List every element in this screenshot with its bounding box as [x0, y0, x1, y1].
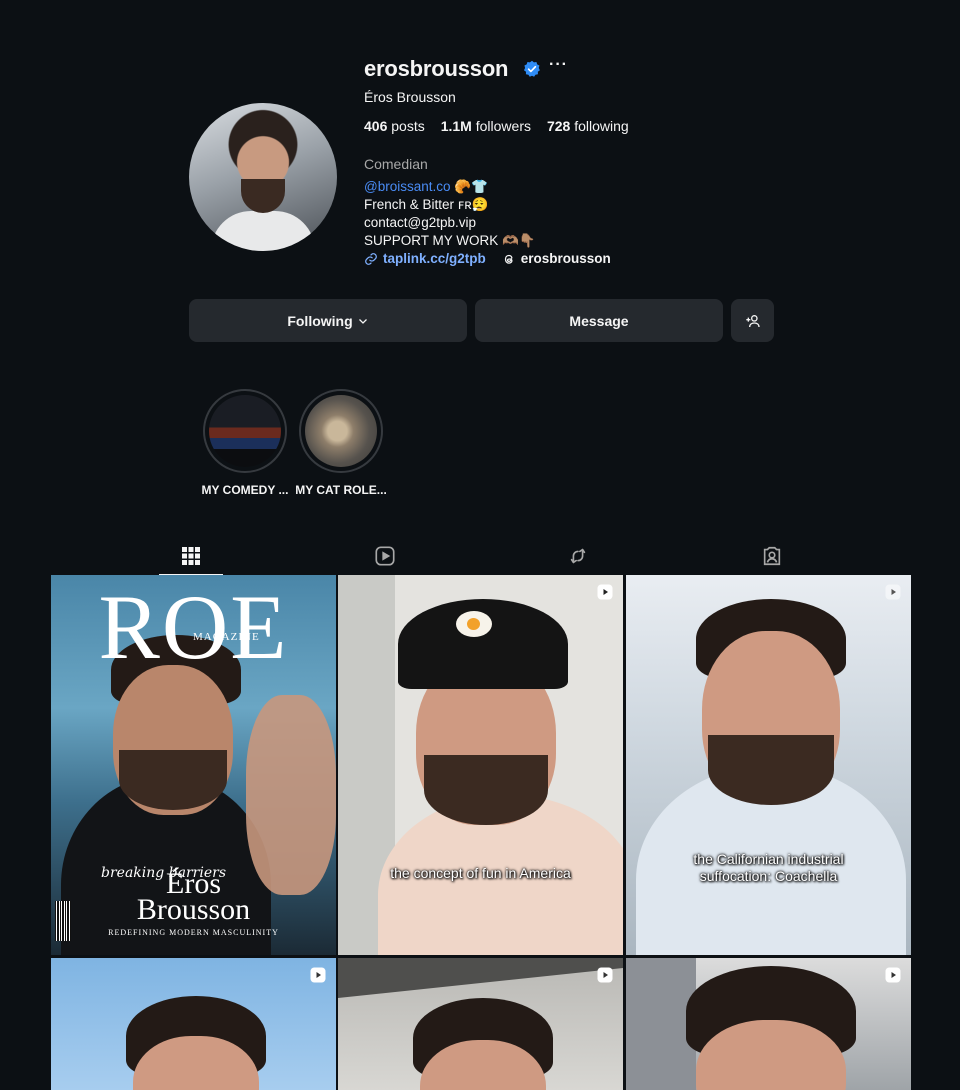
bio-line-2: French & Bitter ꜰʀ😮‍💨: [364, 197, 489, 212]
suggested-accounts-button[interactable]: [731, 299, 774, 342]
tab-reposts[interactable]: [546, 538, 610, 574]
more-options-icon[interactable]: ···: [549, 56, 568, 74]
reel-icon: [597, 584, 613, 600]
following-count: 728: [546, 118, 571, 134]
followers-label: followers: [475, 118, 531, 134]
threads-icon: [504, 254, 513, 264]
magazine-name-line-2: Brousson: [136, 893, 251, 926]
post-background-ceiling: [338, 958, 623, 998]
highlight-cover: [305, 395, 377, 467]
verified-badge-icon: [523, 60, 540, 77]
external-link[interactable]: taplink.cc/g2tpb: [364, 251, 486, 266]
post-tile[interactable]: the Californian industrial suffocation: …: [626, 575, 911, 955]
bio-mention-emoji: 🥐👕: [454, 179, 488, 194]
reel-icon: [885, 584, 901, 600]
post-tile[interactable]: [51, 958, 336, 1090]
posts-count: 406: [364, 118, 388, 134]
magazine-cover-name: Éros Brousson: [51, 869, 336, 926]
following-button-label: Following: [287, 312, 353, 329]
posts-stat: 406 posts: [364, 118, 425, 134]
post-figure-beard: [119, 750, 227, 810]
tab-posts[interactable]: [159, 538, 223, 575]
link-icon: [365, 252, 377, 265]
bio-line-3: contact@g2tpb.vip: [364, 215, 477, 230]
barcode-icon: [55, 901, 71, 941]
reels-icon: [375, 546, 395, 566]
message-button-label: Message: [569, 312, 629, 329]
magazine-tagline: REDEFINING MODERN MASCULINITY: [108, 928, 279, 937]
egg-patch-icon: [456, 611, 492, 637]
post-figure-hand: [246, 695, 336, 895]
highlight-comedy[interactable]: [203, 389, 287, 473]
post-figure-beard: [424, 755, 548, 825]
post-caption-line-2: suffocation: Coachella: [699, 868, 838, 884]
post-tile[interactable]: the concept of fun in America: [338, 575, 623, 955]
following-stat[interactable]: 728 following: [547, 118, 629, 134]
profile-stats: 406 posts 1.1M followers 728 following: [364, 118, 629, 134]
grid-icon: [182, 547, 200, 565]
post-tile[interactable]: [626, 958, 911, 1090]
post-tile[interactable]: ROE MAGAZINE breaking barriers Éros Brou…: [51, 575, 336, 955]
profile-links: taplink.cc/g2tpb erosbrousson: [364, 251, 611, 266]
post-figure-beard: [708, 735, 834, 805]
bio-line-4: SUPPORT MY WORK 🫶🏽👇🏽: [364, 233, 536, 248]
following-button[interactable]: Following: [189, 299, 467, 342]
reel-icon: [885, 967, 901, 983]
reel-icon: [310, 967, 326, 983]
bio-line-1: @broissant.co 🥐👕: [364, 178, 536, 196]
profile-bio: @broissant.co 🥐👕 French & Bitter ꜰʀ😮‍💨 c…: [364, 178, 536, 250]
post-caption: the Californian industrial suffocation: …: [626, 851, 911, 885]
highlight-cat[interactable]: [299, 389, 383, 473]
avatar-beard: [241, 179, 285, 213]
threads-handle: erosbrousson: [520, 251, 611, 266]
chevron-down-icon: [358, 318, 367, 324]
magazine-subtitle: MAGAZINE: [193, 631, 260, 643]
highlight-label: MY CAT ROLE...: [295, 483, 387, 497]
reposts-icon: [570, 548, 586, 564]
highlight-label: MY COMEDY ...: [201, 483, 289, 497]
profile-avatar[interactable]: [189, 103, 337, 251]
external-link-text: taplink.cc/g2tpb: [383, 251, 486, 266]
magazine-title: ROE: [98, 576, 289, 678]
profile-full-name: Éros Brousson: [364, 89, 456, 105]
highlight-cover: [209, 395, 281, 467]
tab-tagged[interactable]: [740, 538, 804, 574]
followers-stat[interactable]: 1.1M followers: [441, 118, 531, 134]
followers-count: 1.1M: [440, 118, 472, 134]
profile-category: Comedian: [364, 156, 428, 172]
bio-mention-link[interactable]: @broissant.co: [364, 179, 451, 194]
add-person-icon: [745, 314, 760, 327]
message-button[interactable]: Message: [475, 299, 723, 342]
posts-label: posts: [391, 118, 425, 134]
tagged-icon: [763, 546, 781, 566]
post-caption-line-1: the Californian industrial: [693, 851, 844, 867]
following-label: following: [574, 118, 629, 134]
threads-link[interactable]: erosbrousson: [502, 251, 611, 266]
avatar-shirt: [211, 211, 315, 251]
post-tile[interactable]: [338, 958, 623, 1090]
profile-username: erosbrousson: [364, 56, 509, 81]
post-caption: the concept of fun in America: [390, 865, 571, 881]
tab-reels[interactable]: [353, 538, 417, 574]
reel-icon: [597, 967, 613, 983]
